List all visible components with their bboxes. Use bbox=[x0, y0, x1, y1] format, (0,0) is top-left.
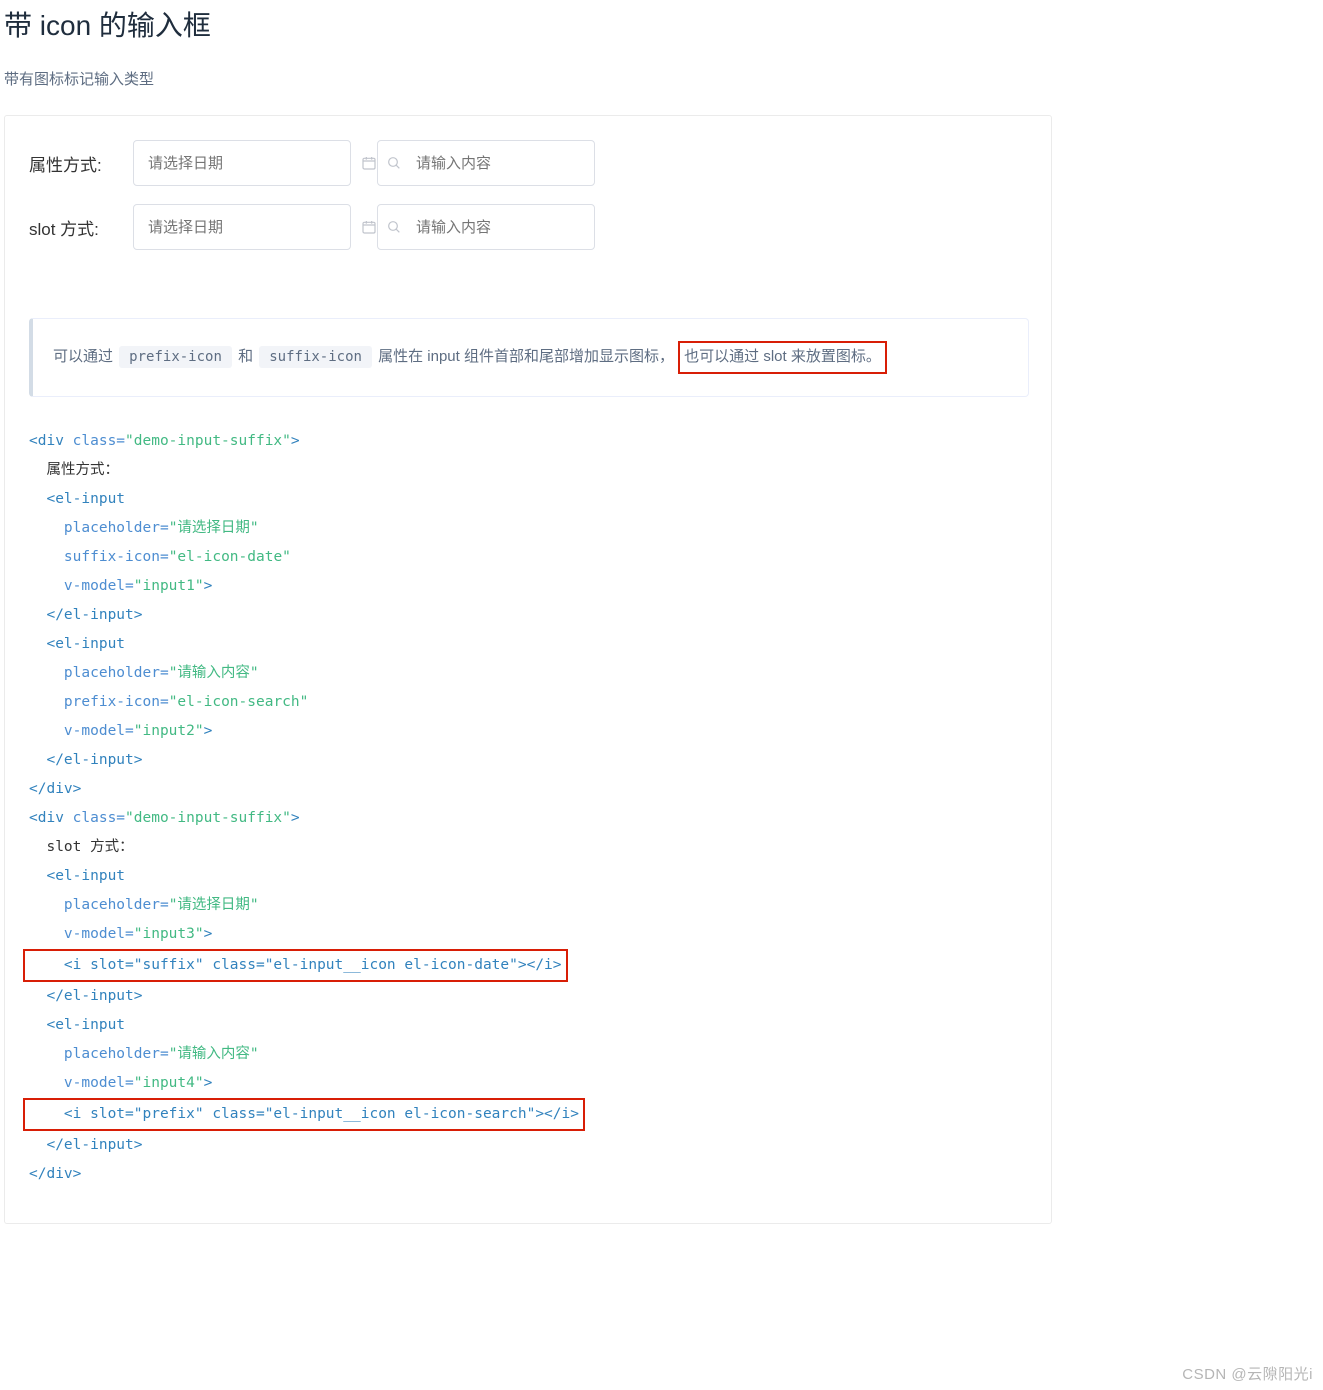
date-input-slot[interactable] bbox=[133, 204, 351, 250]
code-sample: <div class="demo-input-suffix"> 属性方式： <e… bbox=[29, 427, 1077, 1189]
code-token: > bbox=[291, 810, 300, 826]
code-token: v-model= bbox=[29, 926, 134, 942]
code-token: </el-input> bbox=[29, 752, 143, 768]
search-icon bbox=[378, 219, 402, 235]
code-token: </div> bbox=[29, 1166, 81, 1182]
code-token: </el-input> bbox=[29, 988, 143, 1004]
date-field[interactable] bbox=[134, 155, 361, 172]
code-token: "demo-input-suffix" bbox=[125, 433, 291, 449]
code-block: <div class="demo-input-suffix"> 属性方式： <e… bbox=[29, 427, 1077, 1189]
row-label-slot: slot 方式: bbox=[29, 215, 133, 240]
code-token: <i slot="suffix" class="el-input__icon e… bbox=[29, 957, 562, 973]
code-token: "请输入内容" bbox=[169, 1046, 259, 1062]
code-token: placeholder= bbox=[29, 665, 169, 681]
row-label-attribute: 属性方式: bbox=[29, 151, 133, 176]
search-icon bbox=[378, 155, 402, 171]
page-title: 带 icon 的输入框 bbox=[4, 4, 1323, 44]
code-token: "input1" bbox=[134, 578, 204, 594]
code-token: > bbox=[204, 578, 213, 594]
code-token: > bbox=[204, 926, 213, 942]
watermark: CSDN @云隙阳光i bbox=[1182, 1363, 1313, 1384]
code-token: class= bbox=[64, 810, 125, 826]
code-suffix-icon: suffix-icon bbox=[259, 346, 372, 368]
code-token: "input3" bbox=[134, 926, 204, 942]
note-text: 可以通过 bbox=[53, 348, 117, 365]
date-input-attr[interactable] bbox=[133, 140, 351, 186]
usage-note: 可以通过 prefix-icon 和 suffix-icon 属性在 input… bbox=[29, 318, 1029, 397]
demo-row-slot: slot 方式: bbox=[29, 204, 1027, 250]
demo-card: 属性方式: slot 方式: bbox=[4, 115, 1052, 1224]
search-field[interactable] bbox=[402, 219, 629, 236]
code-token: class= bbox=[64, 433, 125, 449]
code-token: slot 方式： bbox=[29, 839, 134, 855]
note-highlight: 也可以通过 slot 来放置图标。 bbox=[678, 341, 887, 374]
code-token: </el-input> bbox=[29, 1137, 143, 1153]
code-token: v-model= bbox=[29, 1075, 134, 1091]
search-field[interactable] bbox=[402, 155, 629, 172]
code-token: <el-input bbox=[29, 868, 125, 884]
code-token: v-model= bbox=[29, 723, 134, 739]
code-token: "el-icon-search" bbox=[169, 694, 309, 710]
code-token: v-model= bbox=[29, 578, 134, 594]
code-token: placeholder= bbox=[29, 520, 169, 536]
search-input-slot[interactable] bbox=[377, 204, 595, 250]
code-token: <div bbox=[29, 433, 64, 449]
code-token: > bbox=[291, 433, 300, 449]
code-token: <el-input bbox=[29, 636, 125, 652]
code-token: </div> bbox=[29, 781, 81, 797]
search-input-attr[interactable] bbox=[377, 140, 595, 186]
date-field[interactable] bbox=[134, 219, 361, 236]
code-token: suffix-icon= bbox=[29, 549, 169, 565]
note-text: 属性在 input 组件首部和尾部增加显示图标， bbox=[378, 348, 674, 365]
code-token: placeholder= bbox=[29, 1046, 169, 1062]
code-token: "demo-input-suffix" bbox=[125, 810, 291, 826]
demo-row-attribute: 属性方式: bbox=[29, 140, 1027, 186]
code-token: > bbox=[204, 723, 213, 739]
code-token: prefix-icon= bbox=[29, 694, 169, 710]
code-token: > bbox=[204, 1075, 213, 1091]
code-highlight-suffix-slot: <i slot="suffix" class="el-input__icon e… bbox=[23, 949, 568, 982]
code-prefix-icon: prefix-icon bbox=[119, 346, 232, 368]
code-token: "请输入内容" bbox=[169, 665, 259, 681]
code-token: "input4" bbox=[134, 1075, 204, 1091]
code-token: <el-input bbox=[29, 491, 125, 507]
code-highlight-prefix-slot: <i slot="prefix" class="el-input__icon e… bbox=[23, 1098, 585, 1131]
code-token: placeholder= bbox=[29, 897, 169, 913]
code-token: "请选择日期" bbox=[169, 520, 259, 536]
note-text: 和 bbox=[238, 348, 257, 365]
code-token: "请选择日期" bbox=[169, 897, 259, 913]
code-token: </el-input> bbox=[29, 607, 143, 623]
code-token: "el-icon-date" bbox=[169, 549, 291, 565]
code-token: 属性方式： bbox=[29, 462, 119, 478]
page-subtitle: 带有图标标记输入类型 bbox=[4, 68, 1323, 89]
code-token: <i slot="prefix" class="el-input__icon e… bbox=[29, 1106, 579, 1122]
code-token: <el-input bbox=[29, 1017, 125, 1033]
code-token: <div bbox=[29, 810, 64, 826]
code-token: "input2" bbox=[134, 723, 204, 739]
